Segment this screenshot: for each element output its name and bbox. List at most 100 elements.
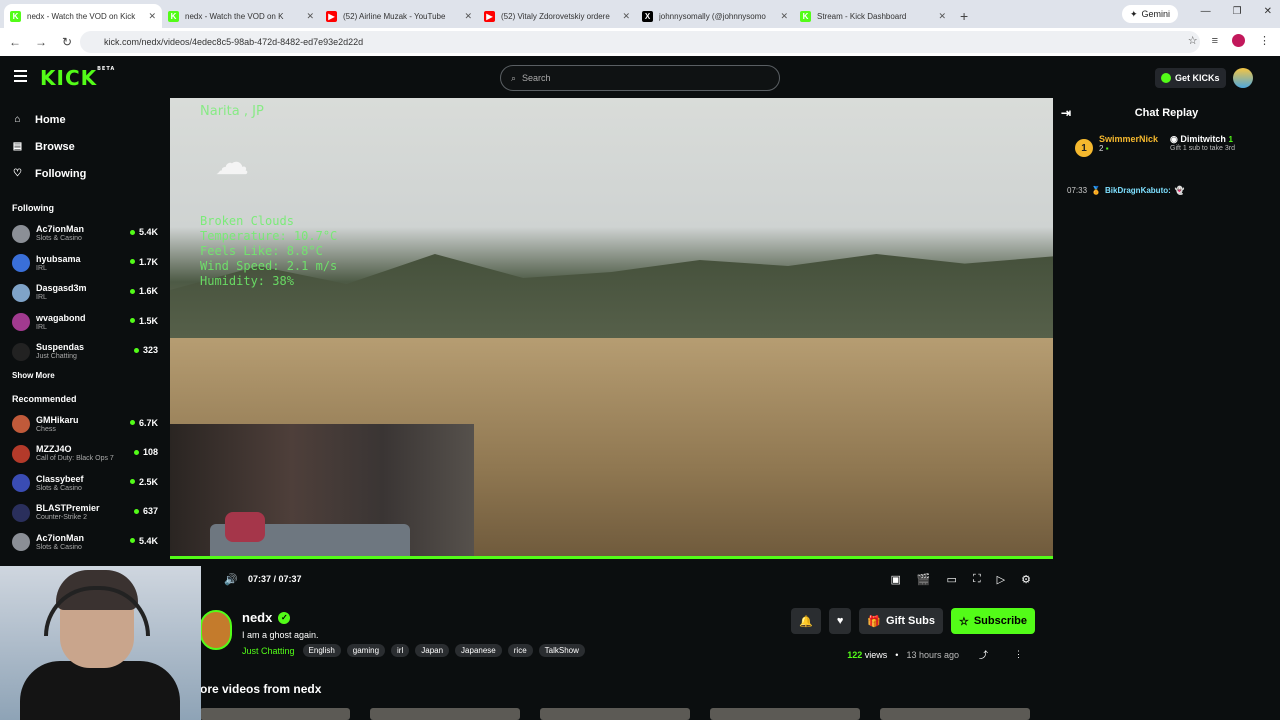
media-control-icon[interactable]: ≡ bbox=[1212, 35, 1218, 47]
gift-subs-label: Gift Subs bbox=[886, 615, 935, 627]
minimize-icon[interactable]: — bbox=[1201, 6, 1211, 17]
tab-close-icon[interactable]: ✕ bbox=[306, 11, 314, 22]
tag-chip[interactable]: English bbox=[302, 644, 341, 657]
subscribe-button[interactable]: ☆ Subscribe bbox=[950, 608, 1035, 634]
profile-icon[interactable] bbox=[1232, 34, 1245, 47]
theater-mode-icon[interactable]: ▭ bbox=[947, 573, 957, 586]
chat-badges-icon: 🏅 bbox=[1091, 186, 1101, 195]
channel-name: Ac7ionMan bbox=[36, 224, 85, 235]
get-kicks-button[interactable]: Get KICKs bbox=[1155, 68, 1226, 88]
miniplayer-icon[interactable]: ▣ bbox=[890, 573, 900, 586]
sidebar-item-home[interactable]: ⌂ Home bbox=[0, 106, 170, 133]
channel-category: Slots & Casino bbox=[36, 235, 82, 243]
channel-avatar bbox=[12, 415, 30, 434]
video-thumbnail[interactable] bbox=[200, 708, 350, 720]
tag-chip[interactable]: gaming bbox=[346, 644, 386, 657]
tag-chip[interactable]: irl bbox=[391, 644, 410, 657]
new-tab-icon[interactable]: + bbox=[952, 4, 976, 28]
tab-close-icon[interactable]: ✕ bbox=[938, 11, 946, 22]
browser-tab[interactable]: K Stream - Kick Dashboard ✕ bbox=[794, 4, 952, 28]
tag-chip[interactable]: Japan bbox=[415, 644, 450, 657]
channel-avatar bbox=[12, 474, 30, 493]
video-title: I am a ghost again. bbox=[242, 630, 319, 640]
tab-close-icon[interactable]: ✕ bbox=[780, 11, 788, 22]
more-options-icon[interactable]: ⋮ bbox=[1014, 649, 1023, 660]
sidebar-item-label: Home bbox=[35, 113, 66, 126]
browser-tab[interactable]: ▶ (52) Vitaly Zdorovetskiy ordere ✕ bbox=[478, 4, 636, 28]
tab-close-icon[interactable]: ✕ bbox=[148, 11, 156, 22]
kick-header: KICKBETA ⌕ Search Get KICKs bbox=[0, 56, 1280, 98]
settings-gear-icon[interactable]: ⚙ bbox=[1021, 573, 1031, 586]
browser-tab[interactable]: Knedx - Watch the VOD on K ✕ bbox=[162, 4, 320, 28]
tag-chip[interactable]: Japanese bbox=[455, 644, 502, 657]
collapse-chat-icon[interactable]: ⇥ bbox=[1061, 106, 1071, 120]
tag-chip[interactable]: TalkShow bbox=[538, 644, 585, 657]
video-thumbnail[interactable] bbox=[710, 708, 860, 720]
close-window-icon[interactable]: ✕ bbox=[1264, 6, 1272, 17]
live-dot-icon bbox=[129, 420, 135, 425]
video-thumbnail[interactable] bbox=[540, 708, 690, 720]
back-icon[interactable]: ← bbox=[4, 35, 26, 49]
bookmark-star-icon[interactable]: ☆ bbox=[1188, 34, 1198, 47]
share-icon[interactable]: ⤴ bbox=[979, 648, 988, 661]
home-icon: ⌂ bbox=[14, 114, 21, 125]
tag-chip[interactable]: rice bbox=[507, 644, 533, 657]
follow-heart-button[interactable]: ♥ bbox=[828, 608, 852, 634]
maximize-icon[interactable]: ❐ bbox=[1233, 6, 1242, 17]
reload-icon[interactable]: ↻ bbox=[56, 35, 78, 49]
channel-row[interactable]: Ac7ionMan Slots & Casino 5.4K bbox=[0, 219, 170, 249]
tab-close-icon[interactable]: ✕ bbox=[622, 11, 630, 22]
video-player[interactable]: Narita , JP ☁ Broken Clouds Temperature: … bbox=[170, 98, 1053, 558]
channel-category: IRL bbox=[36, 294, 47, 302]
kick-logo[interactable]: KICKBETA bbox=[40, 66, 115, 90]
top-gifter[interactable]: SwimmerNick 2 ▪ bbox=[1099, 134, 1158, 172]
hamburger-menu-icon[interactable] bbox=[14, 70, 27, 85]
user-avatar[interactable] bbox=[1233, 68, 1253, 88]
notification-bell-button[interactable]: 🔔 bbox=[791, 608, 821, 634]
channel-row[interactable]: Classybeef Slots & Casino 2.5K bbox=[0, 469, 170, 499]
tab-close-icon[interactable]: ✕ bbox=[464, 11, 472, 22]
menu-dots-icon[interactable]: ⋮ bbox=[1259, 34, 1270, 47]
sidebar-item-browse[interactable]: ▤ Browse bbox=[0, 133, 170, 160]
channel-row[interactable]: hyubsama IRL 1.7K bbox=[0, 249, 170, 279]
browser-tab[interactable]: Xjohnnysomally (@johnnysomo ✕ bbox=[636, 4, 794, 28]
gemini-button[interactable]: ✦ Gemini bbox=[1122, 5, 1179, 23]
gift-subs-button[interactable]: 🎁 Gift Subs bbox=[859, 608, 943, 634]
channel-row[interactable]: MZZJ4O Call of Duty: Black Ops 7 108 bbox=[0, 439, 170, 469]
channel-avatar[interactable] bbox=[200, 610, 232, 650]
browser-tab[interactable]: ▶ (52) Airline Muzak - YouTube ✕ bbox=[320, 4, 478, 28]
browser-tab[interactable]: Knedx - Watch the VOD on Kick ✕ bbox=[4, 4, 162, 28]
channel-name: Ac7ionMan bbox=[36, 532, 85, 543]
sidebar: ⌂ Home ▤ Browse ♡ Following Following Ac7ionM… bbox=[0, 98, 170, 568]
search-input[interactable]: ⌕ Search bbox=[500, 65, 780, 91]
gift-leaderboard: 1 SwimmerNick 2 ▪ ◉ Dimitwitch 1 Gift 1 … bbox=[1053, 128, 1280, 172]
forward-icon[interactable]: → bbox=[30, 35, 52, 49]
kicks-coin-icon bbox=[1161, 73, 1171, 83]
second-gifter[interactable]: ◉ Dimitwitch 1 Gift 1 sub to take 3rd bbox=[1170, 134, 1250, 172]
rank-badge: 1 bbox=[1075, 139, 1093, 157]
clip-icon[interactable]: 🎬 bbox=[917, 573, 931, 586]
channel-row[interactable]: GMHikaru Chess 6.7K bbox=[0, 410, 170, 440]
fullscreen-icon[interactable]: ⛶ bbox=[973, 573, 981, 586]
progress-bar[interactable] bbox=[170, 556, 1053, 559]
show-more-link[interactable]: Show More bbox=[0, 367, 170, 384]
channel-name[interactable]: nedx bbox=[242, 610, 272, 625]
channel-row[interactable]: Dasgasd3m IRL 1.6K bbox=[0, 278, 170, 308]
playback-speed-icon[interactable]: ▷ bbox=[997, 573, 1005, 586]
volume-icon[interactable]: 🔊 bbox=[224, 573, 238, 586]
viewer-count-value: 2.5K bbox=[138, 476, 158, 487]
channel-row[interactable]: BLASTPremier Counter-Strike 2 637 bbox=[0, 498, 170, 528]
url-field[interactable]: kick.com/nedx/videos/4edec8c5-98ab-472d-… bbox=[80, 31, 1200, 53]
channel-row[interactable]: Ac7ionMan Slots & Casino 5.4K bbox=[0, 528, 170, 558]
weather-line: Temperature: 10.7°C bbox=[200, 229, 338, 243]
channel-row[interactable]: Suspendas Just Chatting 323 bbox=[0, 337, 170, 367]
tab-favicon-icon: ▶ bbox=[484, 10, 495, 22]
sidebar-item-following[interactable]: ♡ Following bbox=[0, 160, 170, 187]
category-link[interactable]: Just Chatting bbox=[242, 646, 295, 656]
video-thumbnail[interactable] bbox=[880, 708, 1030, 720]
chat-username[interactable]: BikDragnKabuto: bbox=[1105, 186, 1171, 195]
bell-icon: 🔔 bbox=[799, 615, 813, 628]
video-thumbnail[interactable] bbox=[370, 708, 520, 720]
channel-row[interactable]: wvagabond IRL 1.5K bbox=[0, 308, 170, 338]
search-icon: ⌕ bbox=[511, 72, 517, 83]
